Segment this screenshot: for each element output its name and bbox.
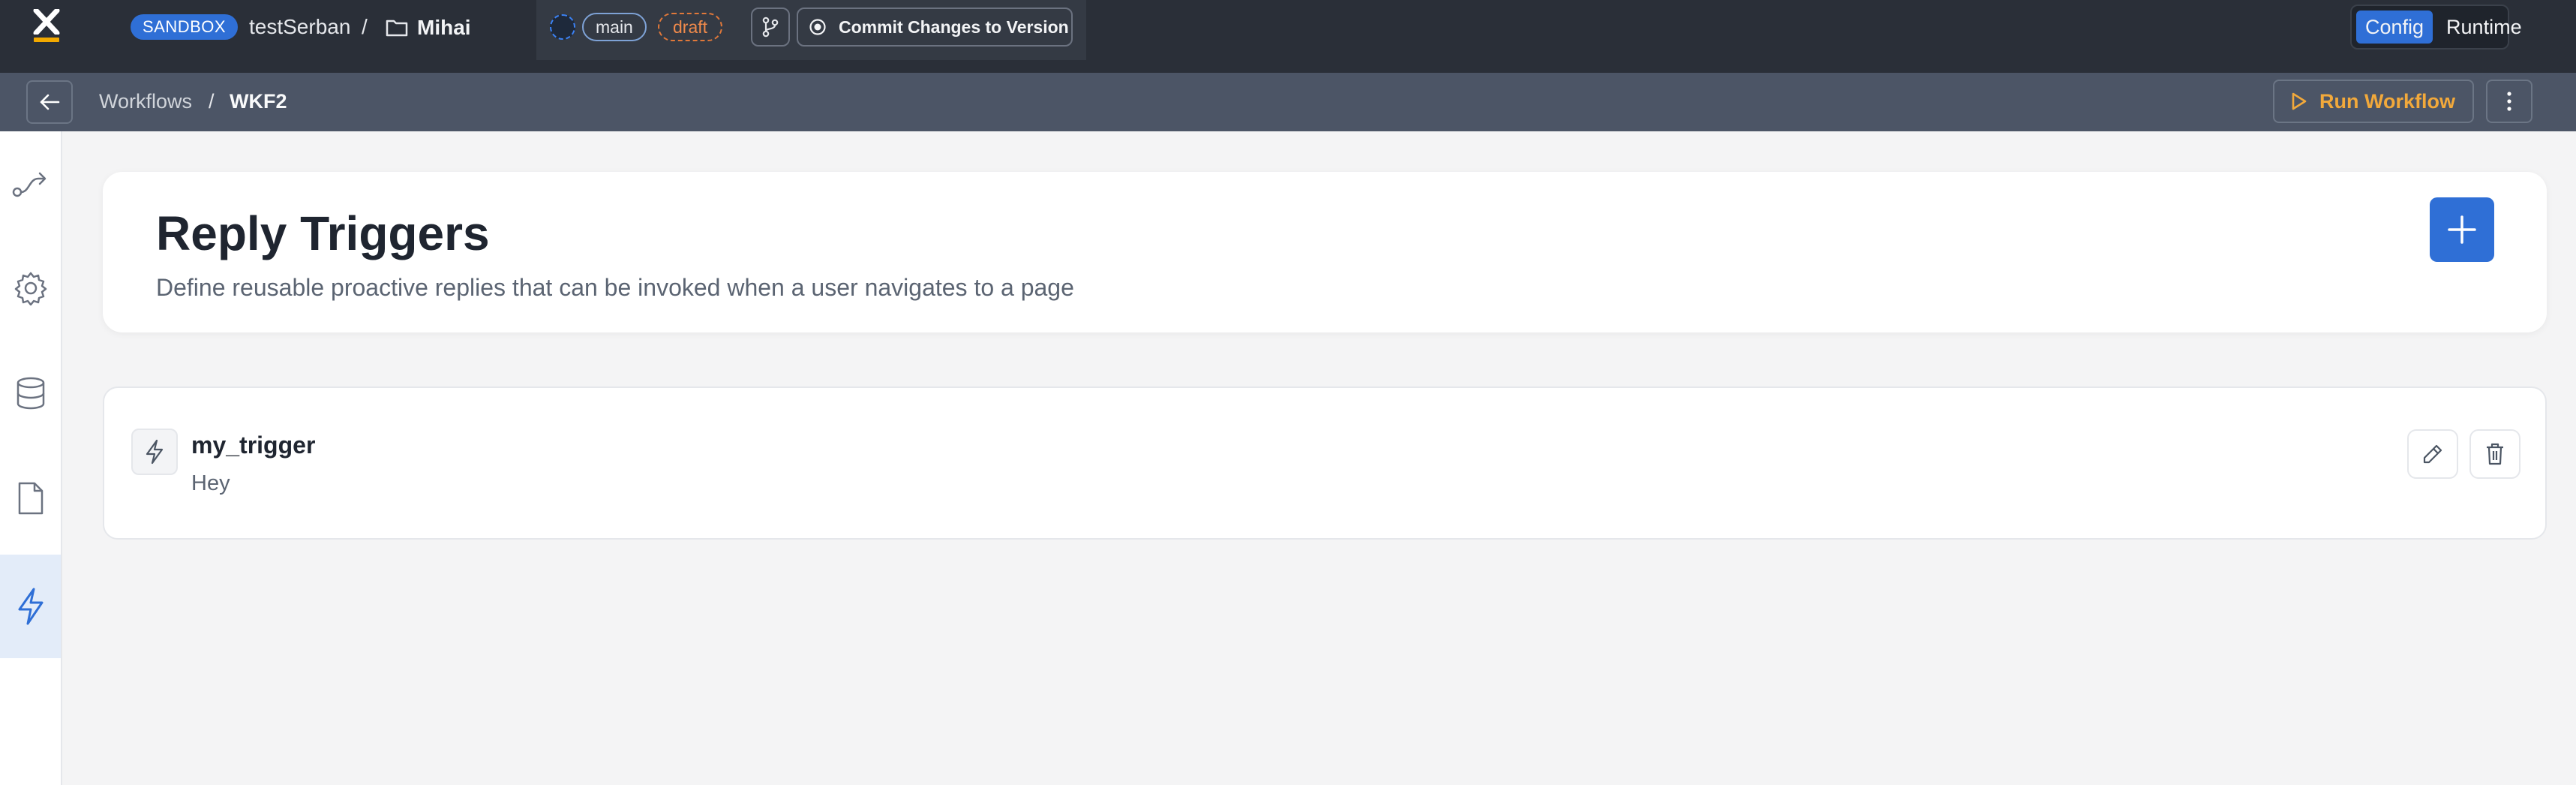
page-subtitle: Define reusable proactive replies that c… — [156, 274, 1074, 301]
database-icon — [17, 377, 44, 410]
sidebar-item-documents[interactable] — [0, 447, 61, 550]
page-header-card: Reply Triggers Define reusable proactive… — [103, 172, 2547, 332]
document-icon — [18, 482, 43, 515]
sidebar — [0, 131, 62, 785]
sidebar-item-triggers[interactable] — [0, 555, 61, 658]
trigger-name: my_trigger — [191, 432, 316, 459]
pencil-icon — [2423, 444, 2442, 464]
folder-icon — [386, 20, 408, 37]
top-bar: SANDBOX testSerban / Mihai main draft Co… — [0, 0, 2576, 73]
play-icon — [2292, 92, 2307, 110]
draft-branch-pill[interactable]: draft — [658, 13, 723, 41]
commit-changes-button[interactable]: Commit Changes to Version — [797, 8, 1073, 47]
folder-name: Mihai — [417, 16, 471, 39]
sidebar-item-database[interactable] — [0, 341, 61, 445]
plus-icon — [2448, 215, 2476, 244]
environment-badge: SANDBOX — [131, 14, 239, 40]
trigger-description: Hey — [191, 471, 230, 495]
mode-config-option[interactable]: Config — [2356, 11, 2433, 44]
kebab-menu-icon — [2507, 92, 2511, 111]
breadcrumb-workflows[interactable]: Workflows — [99, 87, 192, 116]
breadcrumb-current: WKF2 — [230, 90, 287, 113]
git-branch-icon — [762, 17, 779, 38]
more-options-button[interactable] — [2486, 80, 2532, 123]
main-branch-pill[interactable]: main — [582, 13, 647, 41]
workflow-route-icon — [12, 172, 46, 197]
branch-button[interactable] — [751, 8, 790, 47]
folder-crumb[interactable]: Mihai — [386, 15, 471, 41]
list-item[interactable]: my_trigger Hey — [103, 386, 2547, 540]
workspace-name[interactable]: testSerban — [249, 13, 350, 41]
add-trigger-button[interactable] — [2430, 197, 2494, 262]
x-logo-icon — [33, 9, 60, 35]
sub-header: Workflows / WKF2 Run Workflow — [0, 73, 2576, 131]
lightning-icon — [18, 588, 43, 625]
delete-trigger-button[interactable] — [2469, 429, 2520, 479]
trigger-type-icon — [131, 429, 178, 475]
back-button[interactable] — [26, 80, 73, 124]
sidebar-item-workflow[interactable] — [0, 131, 61, 235]
breadcrumb-separator: / — [209, 90, 215, 113]
commit-icon — [809, 19, 826, 35]
arrow-left-icon — [40, 94, 60, 110]
commit-label: Commit Changes to Version — [839, 17, 1069, 37]
sidebar-item-settings[interactable] — [0, 236, 61, 340]
lightning-icon — [146, 439, 164, 465]
branch-status-icon — [550, 14, 575, 40]
mode-runtime-option[interactable]: Runtime — [2437, 11, 2531, 44]
trash-icon — [2487, 443, 2503, 465]
path-separator: / — [362, 15, 368, 38]
app-logo[interactable] — [30, 9, 63, 45]
edit-trigger-button[interactable] — [2407, 429, 2458, 479]
run-workflow-button[interactable]: Run Workflow — [2273, 80, 2474, 123]
page-title: Reply Triggers — [156, 206, 490, 260]
gear-icon — [14, 272, 47, 305]
run-workflow-label: Run Workflow — [2319, 89, 2455, 113]
mode-toggle: Config Runtime — [2350, 5, 2522, 50]
